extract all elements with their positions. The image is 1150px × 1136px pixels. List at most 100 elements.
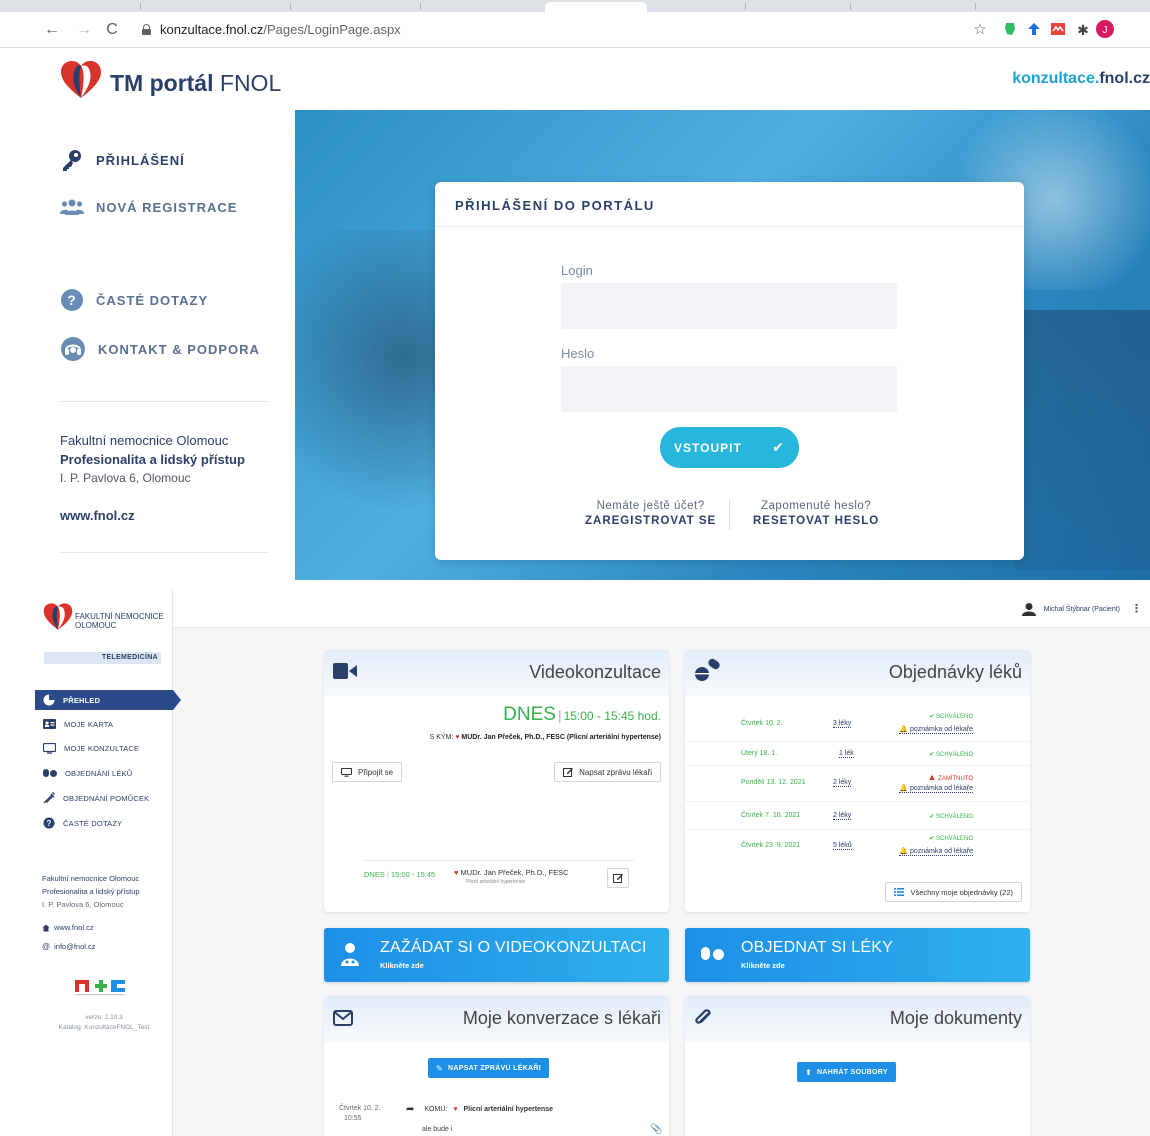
pills-icon	[695, 658, 720, 681]
documents-card: Moje dokumenty ⬆ NAHRÁT SOUBORY	[685, 996, 1030, 1136]
sidebar-hospital-address: Fakultní nemocnice Olomouc Profesionalit…	[42, 872, 140, 911]
url-omnibox[interactable]: konzultace.fnol.cz/Pages/LoginPage.aspx	[132, 18, 952, 42]
list-icon	[894, 888, 905, 896]
doctor-note-link[interactable]: 🔔 poznámka od lékaře	[899, 725, 973, 734]
order-count-link[interactable]: 2 léky	[833, 779, 852, 787]
bookmark-star-icon[interactable]: ☆	[970, 20, 990, 40]
order-status: ✔ SCHVÁLENO	[929, 836, 973, 842]
pdf-extension-icon[interactable]	[1050, 21, 1066, 37]
nav-item-order-meds[interactable]: OBJEDNÁNÍ LÉKŮ	[35, 763, 173, 783]
user-avatar-icon	[1021, 603, 1036, 616]
portal-domain-link[interactable]: konzultace.fnol.cz	[1012, 70, 1150, 88]
nav-item-faq[interactable]: ? ČASTÉ DOTAZY	[35, 813, 173, 833]
nav-item-label: MOJE KARTA	[64, 719, 114, 729]
nav-item-my-consultations[interactable]: MOJE KONZULTACE	[35, 738, 173, 758]
svg-text:?: ?	[46, 819, 51, 828]
checkmark-icon: ✔	[772, 439, 785, 455]
reload-icon[interactable]: C	[102, 20, 122, 40]
order-date: Čtvrtek 10. 2.	[741, 720, 783, 727]
edit-consultation-button[interactable]	[607, 868, 629, 888]
doctor-note-link[interactable]: 🔔 poznámka od lékaře	[899, 784, 973, 793]
conversation-message-preview[interactable]: ale bude i	[422, 1126, 452, 1133]
order-count-link[interactable]: 3 léky	[833, 720, 852, 728]
hospital-motto: Profesionalita a lidský přístup	[60, 452, 245, 467]
cta-subtitle: Klikněte zde	[380, 961, 424, 970]
edit-icon	[613, 874, 623, 883]
pills-icon	[701, 947, 724, 960]
arrow-extension-icon[interactable]	[1026, 21, 1042, 37]
register-block: Nemáte ještě účet? ZAREGISTROVAT SE	[585, 500, 716, 527]
hospital-web-link[interactable]: www.fnol.cz	[60, 508, 135, 523]
reset-password-link[interactable]: RESETOVAT HESLO	[753, 515, 879, 527]
order-count-link[interactable]: 2 léky	[833, 812, 852, 820]
screenshot-gap	[0, 580, 1150, 590]
login-page-screenshot: ← → C konzultace.fnol.cz/Pages/LoginPage…	[0, 0, 1150, 580]
order-count-link[interactable]: 5 léků	[833, 842, 852, 850]
request-video-consultation-button[interactable]: ZAŽÁDAT SI O VIDEOKONZULTACI Klikněte zd…	[324, 928, 669, 982]
menu-item-registration[interactable]: NOVÁ REGISTRACE	[60, 198, 237, 216]
nav-item-my-card[interactable]: MOJE KARTA	[35, 714, 173, 734]
card-header: Videokonzultace	[324, 650, 669, 696]
password-input[interactable]	[561, 366, 897, 412]
edit-icon: ✎	[436, 1063, 444, 1073]
login-card: PŘIHLÁŠENÍ DO PORTÁLU Login Heslo VSTOUP…	[435, 182, 1024, 560]
fnol-logo[interactable]: FAKULTNÍ NEMOCNICE OLOMOUC	[43, 602, 164, 637]
all-orders-button[interactable]: Všechny moje objednávky (22)	[885, 882, 1022, 902]
connect-button[interactable]: Připojit se	[332, 762, 403, 782]
portal-logo[interactable]: TM portál FNOL	[60, 60, 281, 105]
user-menu[interactable]: Michal Štýbnar (Pacient)	[1021, 602, 1120, 616]
order-row[interactable]: Pondělí 13. 12. 2021 2 léky ▲ ZAMÍTNUTO …	[685, 766, 1029, 802]
app-catalog: Katalog: KonzultaceFNOL_Test	[58, 1024, 150, 1031]
home-icon	[42, 924, 50, 931]
menu-item-login[interactable]: PŘIHLÁŠENÍ	[60, 148, 185, 172]
menu-item-contact[interactable]: KONTAKT & PODPORA	[60, 336, 260, 362]
sidebar-web-link[interactable]: www.fnol.cz	[42, 923, 94, 932]
register-link[interactable]: ZAREGISTROVAT SE	[585, 515, 716, 527]
hospital-motto: Profesionalita a lidský přístup	[42, 887, 140, 896]
hospital-street: I. P. Pavlova 6, Olomouc	[60, 471, 191, 485]
user-name: Michal Štýbnar (Pacient)	[1043, 605, 1120, 613]
extensions-puzzle-icon[interactable]: ✱	[1073, 20, 1093, 40]
doctor-note-link[interactable]: 🔔 poznámka od lékaře	[899, 847, 973, 856]
no-account-text: Nemáte ještě účet?	[596, 500, 705, 512]
sidebar-email-link[interactable]: @ info@fnol.cz	[42, 942, 96, 951]
menu-item-faq[interactable]: ? ČASTÉ DOTAZY	[60, 288, 208, 312]
nav-item-overview[interactable]: PŘEHLED	[35, 690, 181, 710]
card-title: Videokonzultace	[529, 662, 661, 682]
password-field-label: Heslo	[561, 346, 595, 361]
portal-logo-text: TM portál FNOL	[110, 70, 282, 96]
login-submit-label: VSTOUPIT	[674, 440, 742, 455]
login-input[interactable]	[561, 283, 897, 329]
cta-title: OBJEDNAT SI LÉKY	[741, 939, 893, 956]
order-date: Čtvrtek 23. 9. 2021	[741, 842, 801, 849]
tab-separator	[140, 3, 141, 10]
forward-arrow-icon[interactable]: →	[74, 20, 94, 40]
back-arrow-icon[interactable]: ←	[42, 20, 62, 40]
order-count-link[interactable]: 1 lék	[839, 750, 854, 758]
login-submit-button[interactable]: VSTOUPIT ✔	[660, 427, 799, 468]
app-version: verze: 2.10.3	[85, 1014, 123, 1021]
warning-triangle-icon: ▲	[927, 772, 937, 782]
order-row[interactable]: Úterý 18. 1. 1 lék ✔ SCHVÁLENO	[685, 742, 1029, 766]
nav-item-order-aids[interactable]: OBJEDNÁNÍ POMŮCEK	[35, 788, 173, 808]
kebab-menu-icon[interactable]: ⋮	[1131, 602, 1142, 615]
browser-tab-active[interactable]	[545, 2, 647, 12]
upload-files-button[interactable]: ⬆ NAHRÁT SOUBORY	[797, 1062, 896, 1082]
tab-separator	[420, 3, 421, 10]
next-consultation-time: DNES | 15:00 - 15:45	[364, 870, 436, 879]
write-message-button[interactable]: Napsat zprávu lékaři	[554, 762, 661, 782]
write-message-doctor-button[interactable]: ✎ NAPSAT ZPRÁVU LÉKAŘI	[428, 1058, 549, 1078]
monitor-icon	[341, 767, 352, 777]
conversations-card: Moje konverzace s lékaři ✎ NAPSAT ZPRÁVU…	[324, 996, 669, 1136]
id-card-icon	[43, 719, 56, 729]
order-row[interactable]: Čtvrtek 23. 9. 2021 5 léků ✔ SCHVÁLENO 🔔…	[685, 830, 1029, 866]
profile-avatar-icon[interactable]: J	[1096, 20, 1114, 38]
edit-icon	[563, 768, 574, 777]
order-row[interactable]: Čtvrtek 10. 2. 3 léky ✔ SCHVÁLENO 🔔 pozn…	[685, 708, 1029, 742]
telemedicine-label: TELEMEDICÍNA	[44, 652, 161, 664]
tab-separator	[290, 3, 291, 10]
evernote-extension-icon[interactable]	[1002, 21, 1018, 37]
tab-separator	[850, 3, 851, 10]
order-medication-button[interactable]: OBJEDNAT SI LÉKY Klikněte zde	[685, 928, 1030, 982]
order-row[interactable]: Čtvrtek 7. 10. 2021 2 léky ✔ SCHVÁLENO	[685, 802, 1029, 830]
